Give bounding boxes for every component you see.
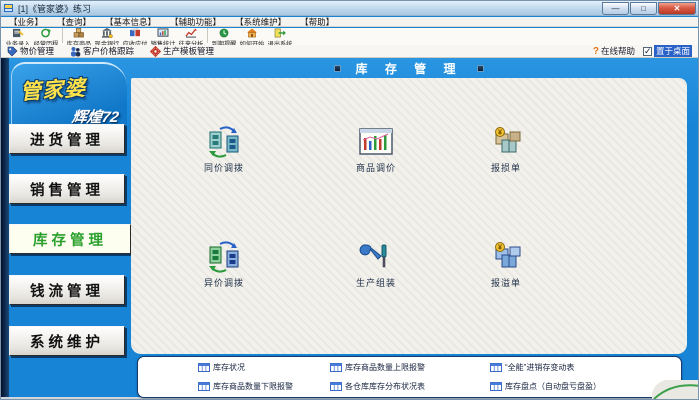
main-toolbar: 业务录入 经营历程 库存商品 现金银行 应收应付 销售统计 往来分析 <box>1 28 698 45</box>
shortcut-label: 生产组装 <box>356 276 396 289</box>
link-label: 库存状况 <box>213 362 245 373</box>
menu-query[interactable]: 【查询】 <box>57 16 91 28</box>
maximize-button[interactable]: □ <box>630 2 657 15</box>
sidebar-item-purchase[interactable]: 进货管理 <box>9 124 125 154</box>
link-stocktaking[interactable]: 库存盘点（自动盘亏盘盈） <box>490 381 601 392</box>
on-desktop-checkbox[interactable] <box>643 47 652 56</box>
table-icon <box>490 363 502 372</box>
link-label: 库存盘点（自动盘亏盘盈） <box>505 381 601 392</box>
due-reminder-icon <box>218 28 230 38</box>
link-omnipotent-change-table[interactable]: “全能”进销存变动表 <box>490 362 574 373</box>
link-label: 库存商品数量上限报警 <box>345 362 425 373</box>
link-warehouse-distribution[interactable]: 各仓库库存分布状况表 <box>330 381 425 392</box>
logo-title: 管家婆 <box>19 72 87 107</box>
price-management-icon <box>7 46 18 57</box>
sidebar-item-inventory[interactable]: 库存管理 <box>9 224 131 254</box>
toolbar-separator <box>62 28 63 43</box>
sidebar-item-sales[interactable]: 销售管理 <box>9 174 125 204</box>
header-deco-right-icon <box>477 65 484 72</box>
table-icon <box>330 363 342 372</box>
stock-goods-icon <box>73 28 85 38</box>
shortcut-label: 异价调拨 <box>204 276 244 289</box>
overflow-report-icon: ¥ <box>488 241 524 273</box>
link-upper-limit-alarm[interactable]: 库存商品数量上限报警 <box>330 362 425 373</box>
toolbar-customer-price-tracking[interactable]: 客户价格跟踪 <box>70 45 134 57</box>
main-area: 库 存 管 理 同价调拨 <box>131 58 699 397</box>
table-icon <box>330 382 342 391</box>
minimize-button[interactable]: — <box>602 2 629 15</box>
link-label: 各仓库库存分布状况表 <box>345 381 425 392</box>
header-deco-left-icon <box>334 65 341 72</box>
link-label: “全能”进销存变动表 <box>505 362 574 373</box>
customer-price-icon <box>70 46 81 57</box>
sales-stats-icon <box>157 28 169 38</box>
svg-text:¥: ¥ <box>498 130 502 137</box>
app-window: [1]《管家婆》练习 — □ ✕ 【业务】 【查询】 【基本信息】 【辅助功能】… <box>0 0 699 400</box>
shortcut-label: 同价调拨 <box>204 161 244 174</box>
toolbar-label: 物价管理 <box>20 45 54 57</box>
main-header: 库 存 管 理 <box>131 60 687 76</box>
page-title: 库 存 管 理 <box>355 60 462 77</box>
help-icon: ? <box>593 46 599 57</box>
inventory-panel: 同价调拨 商品调价 ¥ <box>131 78 687 354</box>
toolbar-price-management[interactable]: 物价管理 <box>7 45 54 57</box>
goods-price-adjust-icon <box>358 126 394 158</box>
toolbar-label: 生产模板管理 <box>163 45 214 57</box>
table-icon <box>198 382 210 391</box>
loss-report-icon: ¥ <box>488 126 524 158</box>
shortcut-goods-price-adjust[interactable]: 商品调价 <box>316 126 436 174</box>
sidebar-edge-strip <box>1 58 9 397</box>
toolbar-label: 客户价格跟踪 <box>83 45 134 57</box>
receivable-payable-icon <box>129 28 141 38</box>
history-icon <box>40 28 52 38</box>
menu-auxiliary[interactable]: 【辅助功能】 <box>170 16 221 28</box>
window-title: [1]《管家婆》练习 <box>18 2 91 15</box>
menu-help[interactable]: 【帮助】 <box>300 16 334 28</box>
shortcut-label: 报溢单 <box>491 276 521 289</box>
menu-system-maintenance[interactable]: 【系统维护】 <box>235 16 286 28</box>
on-desktop-label[interactable]: 置于桌面 <box>654 45 692 57</box>
corner-decoration <box>652 380 699 399</box>
menu-business[interactable]: 【业务】 <box>9 16 43 28</box>
production-assembly-icon <box>358 241 394 273</box>
table-icon <box>198 363 210 372</box>
same-price-transfer-icon <box>206 126 242 158</box>
shortcut-loss-report[interactable]: ¥ 报损单 <box>446 126 566 174</box>
toolbar-production-template[interactable]: 生产模板管理 <box>150 45 214 57</box>
sidebar-item-cashflow[interactable]: 钱流管理 <box>9 275 125 305</box>
shortcut-production-assembly[interactable]: 生产组装 <box>316 241 436 289</box>
sidebar-item-maintenance[interactable]: 系统维护 <box>9 326 125 356</box>
report-links-panel: 库存状况 库存商品数量上限报警 “全能”进销存变动表 库存商品数量下限报警 各仓… <box>137 356 682 398</box>
link-inventory-status[interactable]: 库存状况 <box>198 362 245 373</box>
cash-bank-icon <box>101 28 113 38</box>
production-template-icon <box>150 46 161 57</box>
app-icon <box>4 3 14 13</box>
business-entry-icon <box>12 28 24 38</box>
online-help-link[interactable]: 在线帮助 <box>601 45 635 57</box>
menu-bar: 【业务】 【查询】 【基本信息】 【辅助功能】 【系统维护】 【帮助】 <box>1 17 698 27</box>
shortcut-label: 商品调价 <box>356 161 396 174</box>
shortcut-overflow-report[interactable]: ¥ 报溢单 <box>446 241 566 289</box>
svg-text:¥: ¥ <box>498 245 502 252</box>
close-button[interactable]: ✕ <box>658 2 696 15</box>
how-to-start-icon <box>246 28 258 38</box>
contacts-analysis-icon <box>185 28 197 38</box>
sidebar: 管家婆 辉煌72 进货管理 销售管理 库存管理 钱流管理 系统维护 <box>1 58 131 397</box>
title-bar: [1]《管家婆》练习 — □ ✕ <box>1 1 698 16</box>
exit-system-icon <box>274 28 286 38</box>
secondary-toolbar: 物价管理 客户价格跟踪 生产模板管理 ? 在线帮助 置于桌面 <box>1 45 698 58</box>
toolbar-separator <box>207 28 208 43</box>
link-lower-limit-alarm[interactable]: 库存商品数量下限报警 <box>198 381 293 392</box>
link-label: 库存商品数量下限报警 <box>213 381 293 392</box>
shortcut-diff-price-transfer[interactable]: 异价调拨 <box>164 241 284 289</box>
shortcut-same-price-transfer[interactable]: 同价调拨 <box>164 126 284 174</box>
diff-price-transfer-icon <box>206 241 242 273</box>
table-icon <box>490 382 502 391</box>
content-area: 管家婆 辉煌72 进货管理 销售管理 库存管理 钱流管理 系统维护 库 存 管 … <box>1 58 699 399</box>
shortcut-label: 报损单 <box>491 161 521 174</box>
menu-basic-info[interactable]: 【基本信息】 <box>105 16 156 28</box>
